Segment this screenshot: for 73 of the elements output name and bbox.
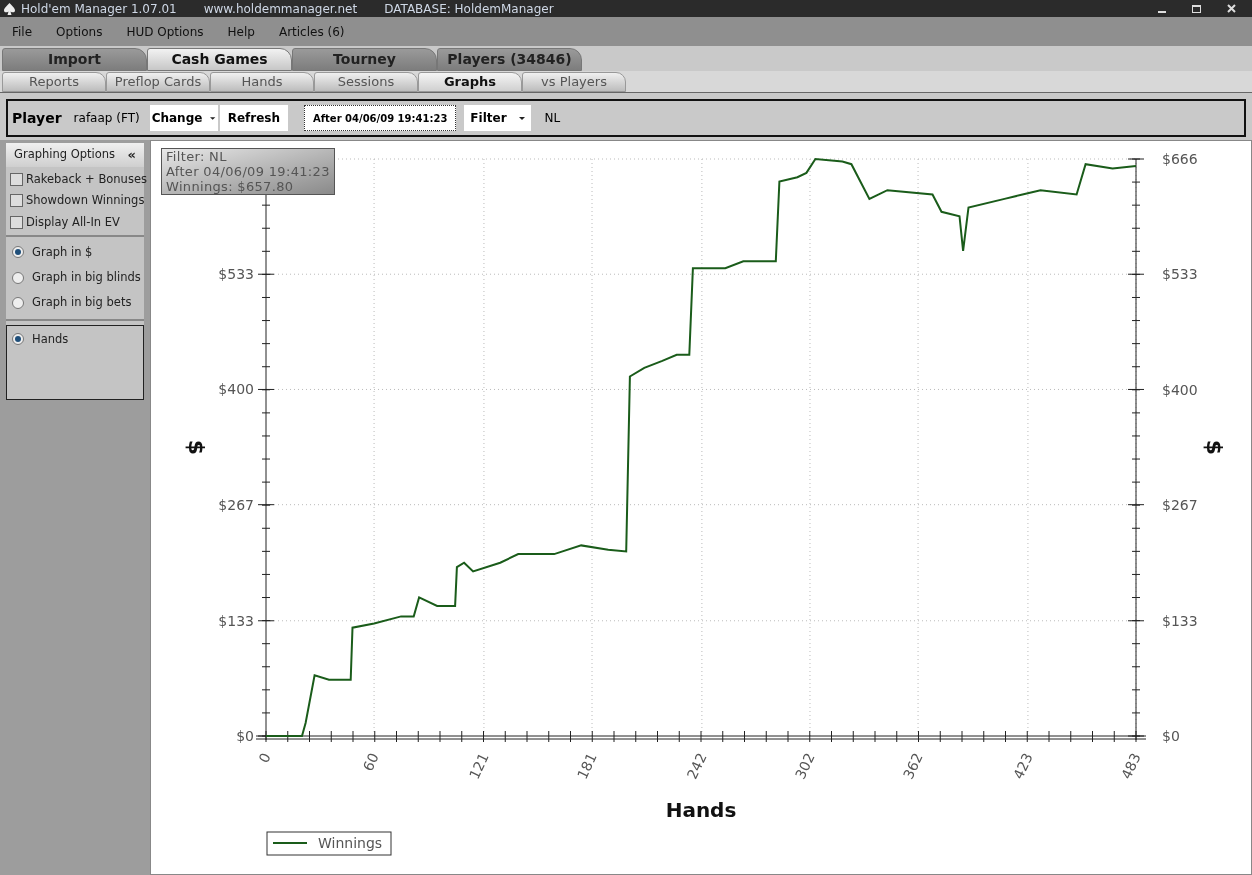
x-tick-label: 423 [1009, 750, 1036, 782]
website-link[interactable]: www.holdemmanager.net [203, 0, 358, 18]
radio-label: Graph in big bets [32, 294, 132, 312]
sub-tab[interactable]: vs Players [522, 72, 626, 92]
y-tick-label: $533 [218, 266, 254, 283]
y-tick-label: $267 [218, 496, 254, 513]
main-tab[interactable]: Cash Games [147, 48, 292, 71]
y-tick-label: $400 [218, 381, 254, 398]
checkbox-label: Showdown Winnings [26, 192, 145, 210]
y-tick-label: $133 [218, 612, 254, 629]
window-title: Hold'em Manager 1.07.01 [21, 0, 177, 18]
main-tab[interactable]: Import [2, 48, 147, 71]
sub-tab[interactable]: Sessions [314, 72, 418, 92]
menu-item[interactable]: File [12, 22, 33, 41]
graph-tooltip: Filter: NL After 04/06/09 19:41:23 Winnings: $657.80 [161, 148, 335, 195]
main-tab[interactable]: Players (34846) [437, 48, 582, 71]
caret-icon [210, 116, 216, 120]
y-tick-label: $0 [1162, 728, 1180, 744]
filter-button[interactable]: Filter [464, 105, 531, 131]
x-tick-label: 121 [465, 750, 492, 782]
y-axis-title: $ [184, 439, 209, 456]
sub-tab[interactable]: Graphs [418, 72, 522, 92]
menu-item[interactable]: HUD Options [126, 22, 204, 41]
change-button[interactable]: Change [149, 105, 218, 131]
panel-title: Graphing Options [14, 146, 116, 164]
checkbox[interactable] [10, 173, 23, 187]
y-tick-label: $666 [1162, 151, 1198, 167]
sub-tab[interactable]: Hands [210, 72, 314, 92]
radio-label: Graph in big blinds [32, 269, 141, 286]
radio-button[interactable] [12, 246, 24, 259]
x-tick-label: 242 [683, 750, 710, 782]
menu-item[interactable]: Articles (6) [278, 22, 345, 41]
radio-button[interactable] [12, 333, 24, 346]
checkbox-label: Rakeback + Bonuses [26, 171, 147, 188]
x-tick-label: 0 [255, 750, 274, 766]
radio-label: Graph in $ [32, 243, 93, 261]
x-tick-label: 302 [791, 750, 818, 782]
x-tick-label: 483 [1117, 750, 1144, 782]
x-axis-title: Hands [665, 798, 737, 822]
main-tab[interactable]: Tourney [292, 48, 437, 71]
maximize-icon[interactable] [1192, 4, 1201, 13]
caret-icon [518, 116, 525, 120]
radio-label: Hands [32, 330, 69, 348]
close-icon[interactable] [1227, 4, 1236, 13]
menu-item[interactable]: Options [56, 22, 103, 41]
collapse-button[interactable]: « [127, 145, 136, 165]
player-label: Player [11, 108, 63, 128]
radio-button[interactable] [12, 296, 24, 309]
x-tick-label: 362 [899, 750, 926, 782]
filter-value: NL [544, 110, 561, 127]
legend-label: Winnings [318, 835, 383, 851]
checkbox[interactable] [10, 194, 23, 208]
legend: Winnings [266, 831, 392, 856]
y-tick-label: $533 [1162, 266, 1198, 283]
y-tick-label: $267 [1162, 497, 1198, 514]
y-tick-label: $133 [1162, 612, 1198, 629]
spade-icon [4, 2, 15, 15]
y-tick-label: $400 [1162, 381, 1198, 398]
sub-tab[interactable]: Reports [2, 72, 106, 92]
sub-tab[interactable]: Preflop Cards [106, 72, 210, 92]
date-filter-button[interactable]: After 04/06/09 19:41:23 [304, 105, 457, 131]
y-tick-label: $0 [236, 728, 254, 744]
menu-item[interactable]: Help [227, 22, 255, 41]
x-tick-label: 181 [573, 750, 600, 782]
minimize-icon[interactable] [1158, 10, 1166, 13]
radio-button[interactable] [12, 271, 24, 284]
checkbox[interactable] [10, 215, 23, 229]
refresh-button[interactable]: Refresh [219, 105, 288, 131]
database-label: DATABASE: HoldemManager [384, 0, 554, 18]
player-name: rafaap (FT) [73, 110, 140, 127]
x-tick-label: 60 [359, 750, 382, 774]
checkbox-label: Display All-In EV [26, 213, 120, 231]
y-axis-title: $ [1202, 439, 1227, 456]
